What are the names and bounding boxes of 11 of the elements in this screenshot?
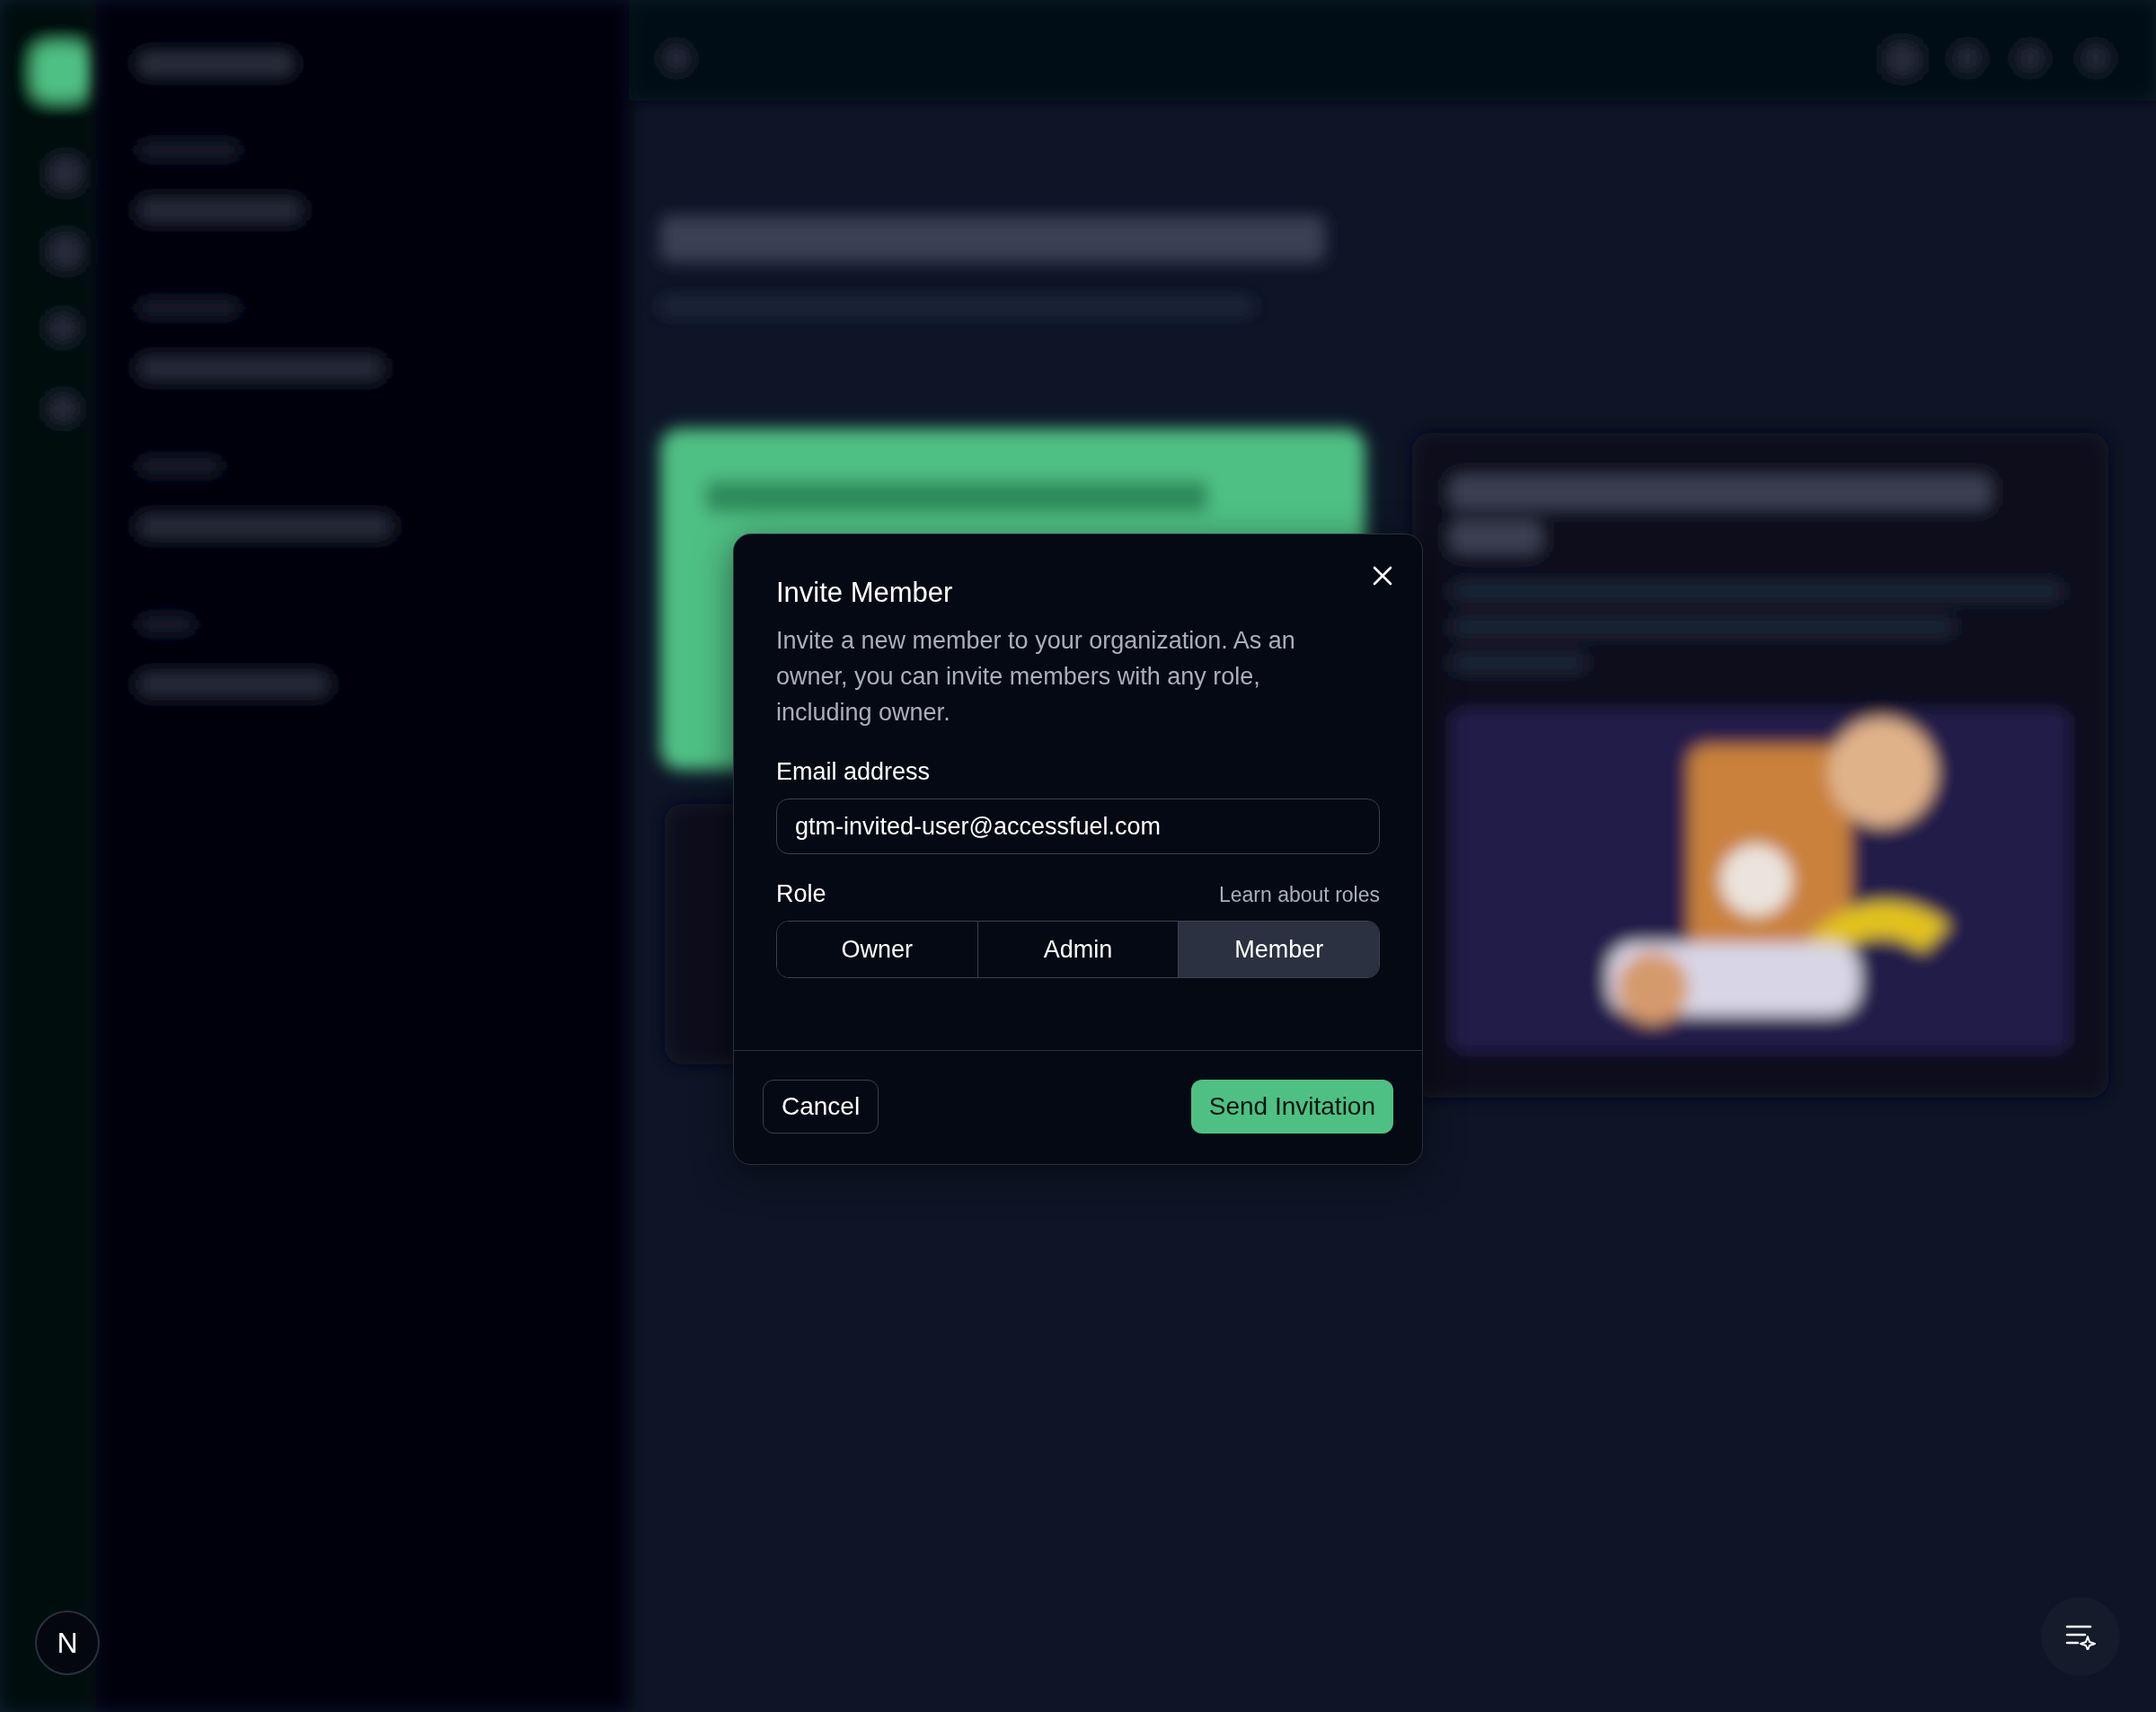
cancel-button[interactable]: Cancel <box>763 1080 879 1134</box>
learn-roles-link[interactable]: Learn about roles <box>1219 883 1380 907</box>
field-label: Role <box>776 879 826 908</box>
role-option[interactable]: Member <box>1178 922 1379 977</box>
send-invitation-button[interactable]: Send Invitation <box>1190 1080 1393 1134</box>
close-icon <box>1372 565 1393 587</box>
field-label: Email address <box>776 757 931 786</box>
dialog-description: Invite a new member to your organization. As an owner, you can invite members with any role, including owner. <box>776 626 1296 728</box>
list-sparkle-icon <box>2065 1623 2096 1650</box>
dialog-title: Invite Member <box>776 576 954 610</box>
email-field[interactable]: gtm-invited-user@accessfuel.com <box>776 799 1380 854</box>
